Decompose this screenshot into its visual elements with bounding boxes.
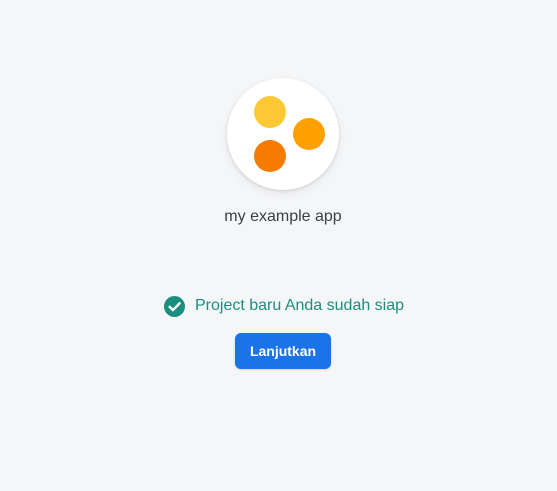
logo-dot-yellow xyxy=(254,96,286,128)
status-text: Project baru Anda sudah siap xyxy=(195,297,405,314)
status-message: Project baru Anda sudah siap xyxy=(164,295,404,317)
continue-button[interactable]: Lanjutkan xyxy=(235,333,331,369)
check-circle-icon xyxy=(164,295,185,317)
logo-dot-orange xyxy=(254,140,286,172)
project-ready-screen: my example app Project baru Anda sudah s… xyxy=(0,0,557,491)
logo-dot-amber xyxy=(293,118,325,150)
app-logo xyxy=(227,78,339,190)
app-name: my example app xyxy=(224,208,342,225)
